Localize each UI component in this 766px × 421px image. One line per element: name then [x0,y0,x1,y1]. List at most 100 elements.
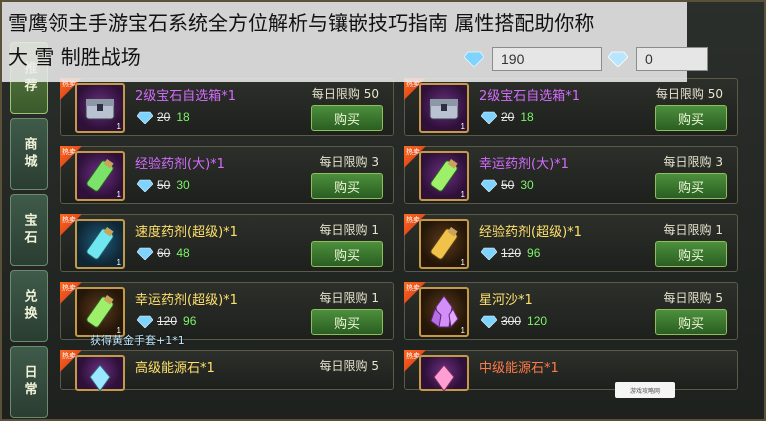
tab-label: 宝石 [21,213,37,247]
crystal-icon[interactable]: 1 [419,287,469,337]
shop-window: 推荐 商城 宝石 兑换 日常 热卖 1 2级宝石自选箱*1 20 18 每日限购… [0,0,766,421]
item-name: 高级能源石*1 [135,361,215,376]
bound-diamond-count: 0 [636,47,708,71]
hot-badge-label: 热卖 [406,216,420,224]
daily-limit: 每日限购 1 [663,223,723,237]
luck-potion-icon[interactable]: 1 [419,151,469,201]
diamond-balance: 190 [464,46,602,72]
item-price: 50 30 [137,178,190,192]
discount-price: 120 [527,314,548,328]
daily-limit: 每日限购 1 [319,223,379,237]
luck-potion-icon[interactable]: 1 [75,287,125,337]
daily-limit: 每日限购 3 [319,155,379,169]
diamond-icon [481,111,497,124]
speed-potion-icon[interactable]: 1 [75,219,125,269]
tab-mall[interactable]: 商城 [10,118,48,190]
original-price: 120 [501,246,522,260]
diamond-icon [137,315,153,328]
item-name: 经验药剂(大)*1 [135,157,225,172]
shop-item-card: 热卖 高级能源石*1 每日限购 5 [60,350,394,392]
bound-diamond-icon [608,51,628,67]
item-name: 幸运药剂(大)*1 [479,157,569,172]
diamond-count: 190 [492,47,602,71]
diamond-icon [481,247,497,260]
item-price: 120 96 [481,246,540,260]
hot-badge-label: 热卖 [62,352,76,360]
buy-button[interactable]: 购买 [311,241,383,267]
item-grid: 热卖 1 2级宝石自选箱*1 20 18 每日限购 50 购买 热卖 1 2级宝… [60,78,746,421]
discount-price: 96 [527,246,541,260]
item-name: 星河沙*1 [479,293,533,308]
chest-icon[interactable]: 1 [75,83,125,133]
discount-price: 18 [520,110,534,124]
original-price: 60 [157,246,171,260]
shop-sidebar: 推荐 商城 宝石 兑换 日常 [10,42,50,421]
tab-label: 商城 [21,137,37,171]
discount-price: 18 [176,110,190,124]
diamond-icon [481,179,497,192]
reward-tooltip: 获得黄金手套+1*1 [90,334,185,347]
item-name: 速度药剂(超级)*1 [135,225,238,240]
site-watermark: 游戏攻略网 [615,382,675,398]
original-price: 50 [501,178,515,192]
exp-potion-icon[interactable]: 1 [75,151,125,201]
original-price: 20 [157,110,171,124]
item-price: 120 96 [137,314,196,328]
shop-item-card: 热卖 中级能源石*1 [404,350,738,392]
hot-badge-label: 热卖 [406,284,420,292]
hot-badge-label: 热卖 [406,352,420,360]
tab-label: 日常 [21,365,37,399]
buy-button[interactable]: 购买 [655,241,727,267]
shop-item-card: 热卖 1 2级宝石自选箱*1 20 18 每日限购 50 购买 [60,78,394,136]
item-price: 60 48 [137,246,190,260]
shop-item-card: 热卖 1 经验药剂(大)*1 50 30 每日限购 3 购买 [60,146,394,204]
daily-limit: 每日限购 5 [663,291,723,305]
item-name: 经验药剂(超级)*1 [479,225,582,240]
shop-item-card: 热卖 1 星河沙*1 300 120 每日限购 5 购买 [404,282,738,340]
tab-label: 兑换 [21,289,37,323]
tab-exchange[interactable]: 兑换 [10,270,48,342]
hot-badge-label: 热卖 [406,148,420,156]
title-line-1: 雪鹰领主手游宝石系统全方位解析与镶嵌技巧指南 属性搭配助你称 [8,11,595,35]
item-price: 50 30 [481,178,534,192]
daily-limit: 每日限购 50 [311,87,379,101]
hot-badge-label: 热卖 [62,284,76,292]
item-price: 20 18 [481,110,534,124]
item-price: 300 120 [481,314,547,328]
daily-limit: 每日限购 1 [319,291,379,305]
diamond-icon [137,111,153,124]
hot-badge-label: 热卖 [62,216,76,224]
daily-limit: 每日限购 5 [319,359,379,373]
shop-item-card: 热卖 1 幸运药剂(超级)*1 获得黄金手套+1*1 120 96 每日限购 1… [60,282,394,347]
chest-icon[interactable]: 1 [419,83,469,133]
hot-badge-label: 热卖 [62,148,76,156]
original-price: 20 [501,110,515,124]
exp-potion-icon[interactable]: 1 [419,219,469,269]
energy-stone-icon[interactable] [75,355,125,392]
shop-item-card: 热卖 1 速度药剂(超级)*1 60 48 每日限购 1 购买 [60,214,394,272]
buy-button[interactable]: 购买 [311,105,383,131]
buy-button[interactable]: 购买 [655,105,727,131]
diamond-icon [464,51,484,67]
daily-limit: 每日限购 3 [663,155,723,169]
item-name: 幸运药剂(超级)*1 [135,293,238,308]
shop-item-card: 热卖 1 经验药剂(超级)*1 120 96 每日限购 1 购买 [404,214,738,272]
energy-stone-icon[interactable] [419,355,469,392]
buy-button[interactable]: 购买 [311,173,383,199]
discount-price: 30 [520,178,534,192]
buy-button[interactable]: 购买 [655,173,727,199]
buy-button[interactable]: 购买 [311,309,383,335]
item-name: 2级宝石自选箱*1 [479,89,581,104]
bound-diamond-balance: 0 [608,46,708,72]
daily-limit: 每日限购 50 [655,87,723,101]
original-price: 120 [157,314,178,328]
discount-price: 96 [183,314,197,328]
diamond-icon [137,247,153,260]
item-name: 中级能源石*1 [479,361,559,376]
discount-price: 48 [176,246,190,260]
diamond-icon [481,315,497,328]
tab-daily[interactable]: 日常 [10,346,48,418]
buy-button[interactable]: 购买 [655,309,727,335]
original-price: 50 [157,178,171,192]
tab-gems[interactable]: 宝石 [10,194,48,266]
